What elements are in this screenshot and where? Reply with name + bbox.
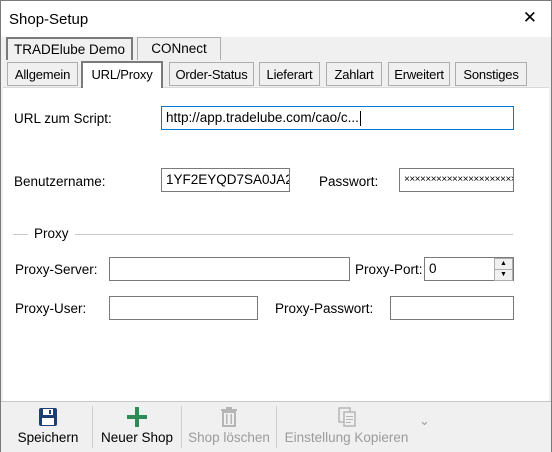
password-input[interactable]: ×××××××××××××××××××××× [399, 168, 514, 192]
copy-settings-button[interactable]: Einstellung Kopieren [279, 402, 414, 452]
toolbar-separator [92, 406, 93, 448]
window-title: Shop-Setup [9, 11, 89, 28]
url-proxy-panel [3, 87, 549, 401]
delete-shop-button[interactable]: Shop löschen [184, 402, 274, 452]
save-label: Speichern [17, 430, 79, 445]
tab-url-proxy[interactable]: URL/Proxy [81, 61, 163, 88]
proxy-server-label: Proxy-Server: [15, 262, 98, 277]
tab-allgemein[interactable]: Allgemein [7, 62, 78, 86]
shop-setup-dialog: Shop-Setup ✕ TRADElube Demo CONnect Allg… [0, 0, 552, 452]
close-icon[interactable]: ✕ [523, 8, 537, 28]
proxy-port-spinner[interactable]: ▲ ▼ [494, 258, 513, 281]
url-input[interactable]: http://app.tradelube.com/cao/c... [161, 106, 514, 130]
title-bar: Shop-Setup ✕ [1, 1, 551, 37]
save-icon [10, 406, 86, 430]
proxy-group-line [13, 234, 513, 235]
copy-settings-label: Einstellung Kopieren [284, 430, 409, 445]
username-input[interactable]: 1YF2EYQD7SA0JA2 [161, 168, 290, 192]
delete-shop-label: Shop löschen [188, 430, 270, 445]
username-label: Benutzername: [14, 174, 106, 189]
new-shop-button[interactable]: Neuer Shop [95, 402, 179, 452]
tab-lieferart[interactable]: Lieferart [259, 62, 320, 86]
tab-shop-tradelube-demo[interactable]: TRADElube Demo [6, 37, 133, 60]
proxy-server-input[interactable] [109, 257, 350, 281]
tab-erweitert[interactable]: Erweitert [388, 62, 450, 86]
toolbar-separator [181, 406, 182, 448]
chevron-down-icon[interactable]: ⌄ [419, 413, 430, 429]
tab-order-status[interactable]: Order-Status [169, 62, 254, 86]
toolbar-separator [276, 406, 277, 448]
tab-zahlart[interactable]: Zahlart [326, 62, 382, 86]
url-label: URL zum Script: [14, 111, 112, 126]
proxy-user-input[interactable] [109, 296, 258, 320]
url-value: http://app.tradelube.com/cao/c... [166, 110, 359, 125]
new-shop-label: Neuer Shop [100, 430, 174, 445]
save-button[interactable]: Speichern [10, 402, 86, 452]
proxy-user-label: Proxy-User: [15, 301, 87, 316]
proxy-password-input[interactable] [390, 296, 514, 320]
bottom-toolbar: Speichern Neuer Shop Shop löschen Einste… [1, 401, 551, 452]
tab-sonstiges[interactable]: Sonstiges [455, 62, 527, 86]
plus-icon [95, 406, 179, 430]
text-caret [359, 110, 361, 126]
password-label: Passwort: [319, 174, 379, 189]
proxy-port-label: Proxy-Port: [355, 262, 423, 277]
copy-icon [279, 406, 414, 430]
proxy-group-title: Proxy [28, 226, 75, 241]
proxy-password-label: Proxy-Passwort: [275, 301, 374, 316]
spin-down-icon[interactable]: ▼ [494, 269, 513, 281]
trash-icon [184, 406, 274, 430]
tab-shop-connect[interactable]: CONnect [137, 37, 221, 60]
